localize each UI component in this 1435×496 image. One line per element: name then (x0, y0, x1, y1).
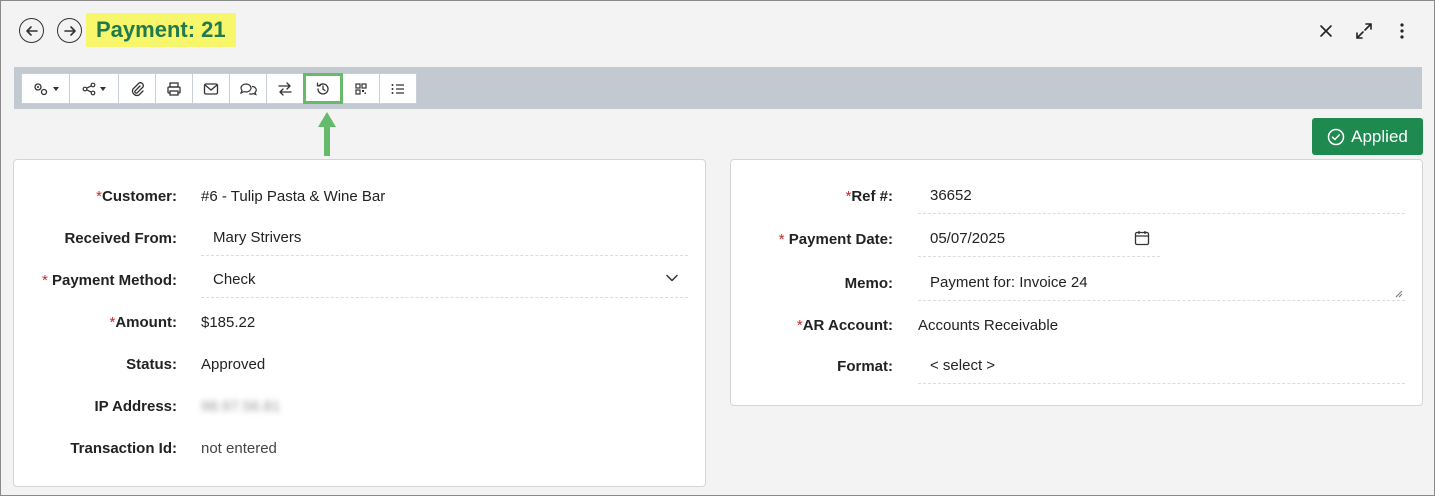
print-button[interactable] (155, 73, 193, 104)
memo-textarea[interactable]: Payment for: Invoice 24 (918, 263, 1405, 301)
ref-label: *Ref #: (845, 188, 893, 205)
ip-address-value: 98.97.56.81 (201, 398, 281, 415)
payment-method-select[interactable]: Check (201, 260, 688, 298)
qr-code-button[interactable] (342, 73, 380, 104)
forward-button[interactable] (57, 18, 82, 43)
expand-button[interactable] (1353, 20, 1375, 42)
paperclip-icon (131, 81, 144, 96)
payment-details-panel: *Customer: #6 - Tulip Pasta & Wine Bar R… (13, 159, 706, 487)
received-from-row: Received From: Mary Strivers (14, 218, 705, 258)
page-title: Payment: 21 (86, 13, 236, 47)
ref-row: *Ref #: 36652 (731, 176, 1422, 216)
email-button[interactable] (192, 73, 230, 104)
payment-info-panel: *Ref #: 36652 * Payment Date: 05/07/2025… (730, 159, 1423, 406)
qr-code-icon (355, 82, 367, 95)
format-row: Format: < select > (731, 346, 1422, 386)
status-row: Status: Approved (14, 344, 705, 384)
settings-dropdown-button[interactable] (21, 73, 70, 104)
amount-row: *Amount: $185.22 (14, 302, 705, 342)
payment-date-row: * Payment Date: 05/07/2025 (731, 219, 1422, 259)
share-dropdown-button[interactable] (69, 73, 119, 104)
more-vertical-icon (1400, 23, 1404, 39)
comments-button[interactable] (229, 73, 267, 104)
toolbar (14, 67, 1422, 109)
comments-icon (239, 82, 257, 96)
payment-date-label: * Payment Date: (778, 231, 893, 248)
settings-icon (33, 82, 47, 95)
ip-address-label: IP Address: (94, 398, 177, 415)
ip-address-row: IP Address: 98.97.56.81 (14, 386, 705, 426)
transaction-id-label: Transaction Id: (70, 440, 177, 457)
attach-button[interactable] (118, 73, 156, 104)
ar-account-label: *AR Account: (796, 317, 893, 334)
status-value: Approved (201, 356, 266, 373)
calendar-icon[interactable] (1134, 230, 1150, 246)
amount-value: $185.22 (201, 314, 256, 331)
format-select[interactable]: < select > (918, 346, 1405, 384)
transfer-button[interactable] (266, 73, 304, 104)
transaction-id-value: not entered (201, 440, 277, 457)
transfer-icon (278, 81, 292, 96)
applied-label: Applied (1351, 126, 1408, 146)
chevron-down-icon (666, 274, 678, 282)
resize-handle-icon[interactable] (1395, 290, 1403, 298)
payment-method-row: * Payment Method: Check (14, 260, 705, 300)
received-from-label: Received From: (64, 230, 177, 247)
customer-value[interactable]: #6 - Tulip Pasta & Wine Bar (201, 188, 385, 205)
customer-row: *Customer: #6 - Tulip Pasta & Wine Bar (14, 176, 705, 216)
ar-account-row: *AR Account: Accounts Receivable (731, 305, 1422, 345)
toolbar-button-group (21, 73, 417, 104)
ref-input[interactable]: 36652 (918, 176, 1405, 214)
email-icon (203, 82, 219, 95)
share-icon (82, 82, 96, 95)
memo-row: Memo: Payment for: Invoice 24 (731, 263, 1422, 303)
more-button[interactable] (1391, 20, 1413, 42)
check-circle-icon (1327, 128, 1345, 145)
status-label: Status: (126, 356, 177, 373)
arrow-left-icon (25, 25, 38, 36)
format-label: Format: (837, 358, 893, 375)
print-icon (167, 81, 181, 96)
arrow-right-icon (63, 25, 76, 36)
received-from-input[interactable]: Mary Strivers (201, 218, 688, 256)
payment-method-label: * Payment Method: (41, 272, 177, 289)
pointer-arrow (318, 112, 336, 156)
close-icon (1320, 25, 1332, 37)
payment-date-input[interactable]: 05/07/2025 (918, 219, 1160, 257)
amount-label: *Amount: (109, 314, 178, 331)
applied-status-button[interactable]: Applied (1312, 118, 1423, 155)
list-button[interactable] (379, 73, 417, 104)
ar-account-value: Accounts Receivable (918, 317, 1059, 334)
memo-label: Memo: (844, 275, 893, 292)
transaction-id-row: Transaction Id: not entered (14, 428, 705, 468)
history-icon (316, 82, 329, 95)
history-button[interactable] (303, 73, 343, 104)
list-icon (391, 83, 404, 94)
customer-label: *Customer: (96, 188, 177, 205)
back-button[interactable] (19, 18, 44, 43)
close-button[interactable] (1315, 20, 1337, 42)
expand-icon (1356, 23, 1372, 39)
